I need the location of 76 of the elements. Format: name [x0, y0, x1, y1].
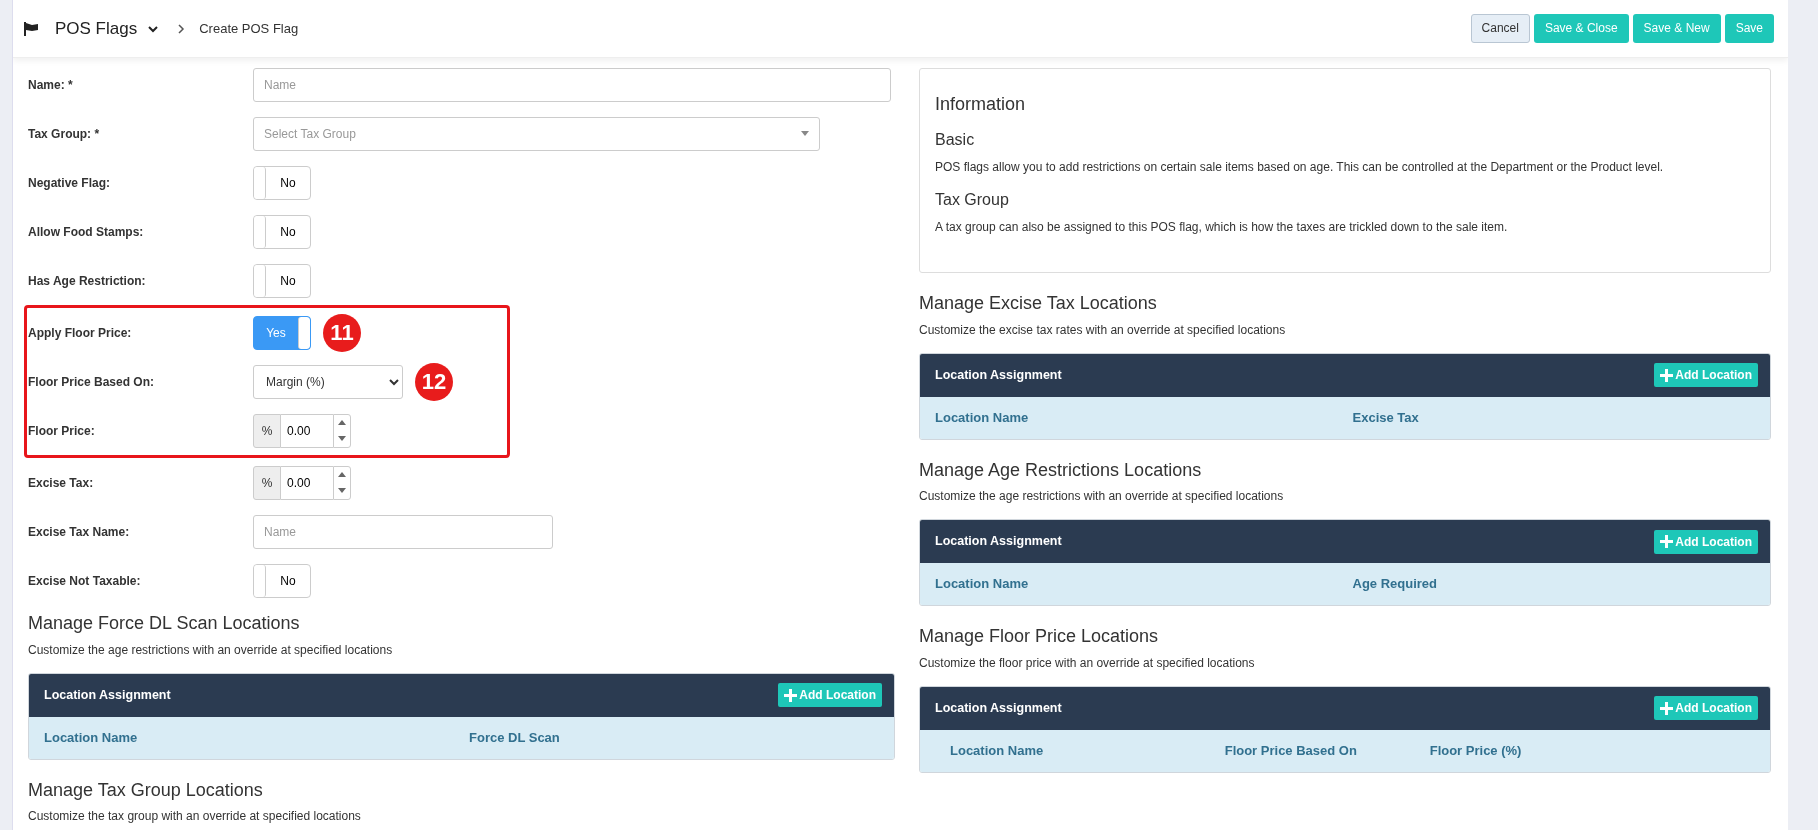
table-title: Location Assignment — [44, 686, 171, 704]
field-label: Excise Tax Name: — [28, 523, 131, 541]
field-label: Excise Not Taxable: — [28, 572, 142, 590]
spin-down-icon[interactable] — [338, 436, 346, 441]
breadcrumb-separator-icon — [177, 22, 186, 35]
plus-icon — [1660, 535, 1674, 549]
add-location-button[interactable]: Add Location — [1654, 696, 1758, 721]
section-title: Manage Excise Tax Locations — [919, 293, 1158, 315]
column-header: Location Name — [44, 728, 139, 747]
flag-icon — [23, 20, 39, 37]
column-header: Location Name — [935, 408, 1030, 427]
column-header: Floor Price (%) — [1429, 742, 1523, 761]
column-header: Excise Tax — [1352, 408, 1420, 427]
select-field[interactable]: Margin (%) — [253, 364, 403, 399]
save-button[interactable]: Save & Close — [1533, 13, 1629, 44]
field-label: Floor Price Based On: — [28, 373, 156, 391]
info-text: POS flags allow you to add restrictions on certain sale items based on age. This can be controlled at the Department or the Product level. — [935, 159, 1665, 176]
section-description: Customize the age restrictions with an override at specified locations — [919, 488, 1285, 506]
field-label: Name: * — [28, 76, 74, 94]
save-button[interactable]: Save & New — [1632, 13, 1721, 44]
field-label: Floor Price: — [28, 422, 96, 440]
field-label: Tax Group: * — [28, 125, 101, 143]
section-title: Manage Age Restrictions Locations — [919, 459, 1203, 482]
add-location-button[interactable]: Add Location — [1654, 363, 1758, 388]
column-header: Floor Price Based On — [1224, 742, 1358, 761]
section-description: Customize the tax group with an override at specified locations — [28, 808, 362, 826]
info-title: Information — [935, 93, 1027, 116]
toggle-switch[interactable]: No — [253, 165, 311, 200]
section-description: Customize the age restrictions with an override at specified locations — [28, 641, 394, 659]
info-text: A tax group can also be assigned to this POS flag, which is how the taxes are trickled down to the sale item. — [935, 219, 1509, 236]
text-field[interactable]: Name — [253, 514, 553, 549]
input-addon: % — [253, 465, 281, 500]
spin-up-icon[interactable] — [338, 420, 346, 425]
info-heading: Tax Group — [935, 190, 1010, 210]
toggle-switch[interactable]: No — [253, 214, 311, 249]
plus-icon — [784, 688, 798, 702]
field-label: Apply Floor Price: — [28, 324, 133, 342]
number-field[interactable]: 0.00 — [281, 413, 333, 448]
column-header: Force DL Scan — [469, 728, 561, 747]
table-title: Location Assignment — [935, 699, 1062, 717]
toggle-switch[interactable]: No — [253, 263, 311, 298]
save-button[interactable]: Save — [1724, 13, 1774, 44]
column-header: Age Required — [1352, 575, 1438, 594]
spin-down-icon[interactable] — [338, 488, 346, 493]
cancel-button[interactable]: Cancel — [1470, 13, 1530, 44]
column-header: Location Name — [935, 575, 1030, 594]
section-description: Customize the excise tax rates with an override at specified locations — [919, 321, 1287, 339]
number-field[interactable]: 0.00 — [281, 465, 333, 500]
column-header: Location Name — [950, 742, 1045, 761]
select-field[interactable]: Select Tax Group — [253, 116, 820, 151]
table-title: Location Assignment — [935, 533, 1062, 551]
callout-marker: 11 — [323, 313, 361, 352]
callout-marker: 12 — [415, 362, 453, 401]
text-field[interactable]: Name — [253, 67, 891, 102]
page-title: POS Flags — [55, 17, 138, 40]
info-heading: Basic — [935, 130, 976, 150]
toggle-switch[interactable]: Yes — [253, 315, 311, 350]
spin-up-icon[interactable] — [338, 472, 346, 477]
section-description: Customize the floor price with an override at specified locations — [919, 654, 1256, 672]
field-label: Has Age Restriction: — [28, 272, 147, 290]
select-placeholder: Select Tax Group — [264, 125, 356, 143]
toggle-switch[interactable]: No — [253, 563, 311, 598]
breadcrumb-current: Create POS Flag — [199, 19, 299, 38]
input-addon: % — [253, 413, 281, 448]
field-label: Allow Food Stamps: — [28, 223, 145, 241]
section-title: Manage Force DL Scan Locations — [28, 613, 301, 635]
plus-icon — [1660, 701, 1674, 715]
plus-icon — [1660, 368, 1674, 382]
section-title: Manage Floor Price Locations — [919, 626, 1160, 648]
table-title: Location Assignment — [935, 366, 1062, 384]
add-location-button[interactable]: Add Location — [1654, 529, 1758, 554]
field-label: Negative Flag: — [28, 174, 112, 192]
section-title: Manage Tax Group Locations — [28, 779, 264, 802]
caret-icon — [801, 131, 809, 136]
add-location-button[interactable]: Add Location — [778, 683, 882, 708]
field-label: Excise Tax: — [28, 474, 95, 492]
